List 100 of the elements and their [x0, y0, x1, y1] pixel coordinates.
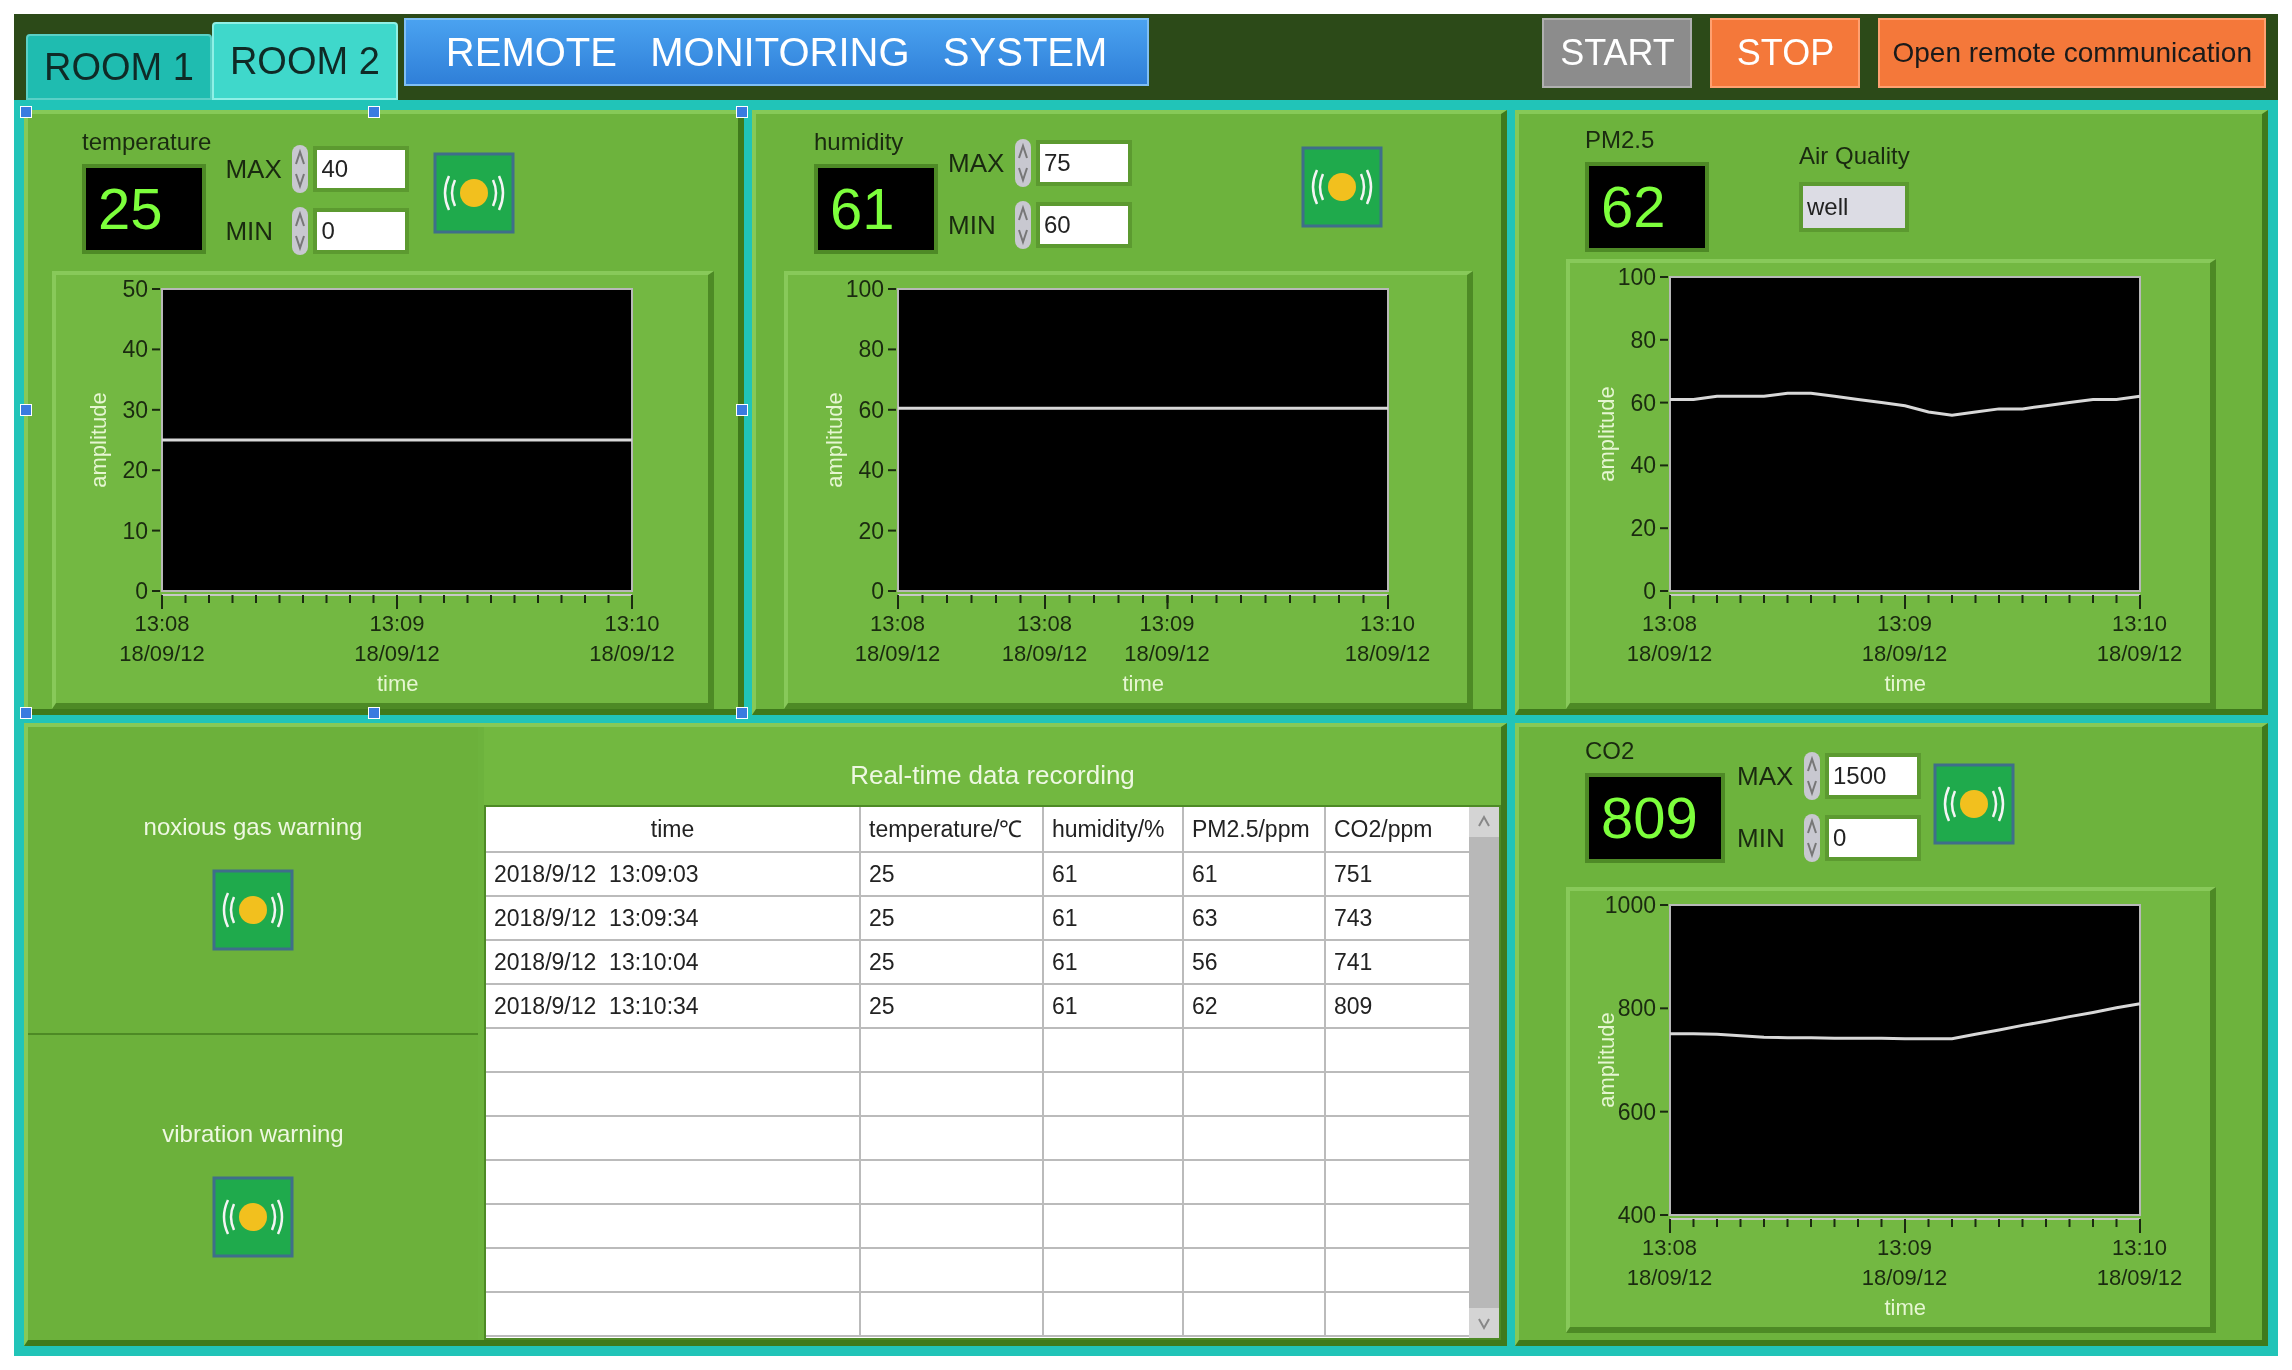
warning-label: noxious gas warning: [143, 811, 363, 842]
x-tick-label: 13:08 18/09/12: [1000, 610, 1089, 668]
selection-handle[interactable]: [20, 106, 32, 118]
axis-title: time: [377, 670, 419, 698]
min-label: MIN: [948, 208, 997, 242]
scrollbar[interactable]: [1469, 807, 1499, 1338]
min-label: MIN: [1737, 821, 1786, 855]
alarm-light-icon: [212, 1176, 294, 1259]
y-tick-label: 50: [122, 276, 148, 302]
table-cell: 25: [861, 941, 1044, 983]
y-tick-label: 100: [1617, 264, 1656, 290]
table-cell: 61: [1044, 941, 1184, 983]
min-field[interactable]: 60: [1036, 202, 1132, 248]
table-cell: 61: [1044, 985, 1184, 1027]
x-tick-label: 13:08 18/09/12: [853, 610, 942, 668]
spin-arrows-icon[interactable]: [1803, 813, 1821, 863]
y-tick-label: 40: [1629, 452, 1656, 479]
warning-label: vibration warning: [162, 1119, 344, 1150]
table-cell: 56: [1184, 941, 1326, 983]
selection-handle[interactable]: [368, 106, 380, 118]
value-display: 62: [1585, 162, 1709, 252]
room-tab[interactable]: ROOM 1: [26, 34, 212, 100]
x-tick-label: 13:08 18/09/12: [118, 610, 206, 668]
table-cell: 61: [1184, 853, 1326, 895]
y-tick-label: 80: [857, 336, 884, 363]
table-cell: 2018/9/12 13:10:04: [486, 941, 861, 983]
y-tick-label: 60: [1629, 389, 1656, 416]
min-field[interactable]: 0: [1825, 815, 1921, 861]
table-cell: 2018/9/12 13:09:34: [486, 897, 861, 939]
table-cell: 61: [1044, 853, 1184, 895]
x-tick-label: 13:10 18/09/12: [1343, 610, 1432, 668]
quality-field: well: [1799, 182, 1909, 232]
selection-handle[interactable]: [368, 707, 380, 719]
y-tick-label: 40: [857, 457, 884, 484]
y-tick-label: 40: [122, 336, 148, 363]
y-tick-label: 60: [857, 396, 884, 423]
alarm-light-icon: [1301, 146, 1383, 228]
max-label: MAX: [948, 146, 1006, 180]
column-header: PM2.5/ppm: [1184, 807, 1326, 851]
y-tick-label: 20: [857, 517, 884, 544]
axis-title: time: [1122, 670, 1165, 698]
max-field[interactable]: 1500: [1825, 753, 1921, 799]
max-field[interactable]: 40: [313, 146, 410, 192]
table-cell-text: 743: [1333, 904, 1374, 933]
x-tick-label: 13:10 18/09/12: [588, 610, 676, 668]
scroll-down-icon[interactable]: [1469, 1308, 1499, 1338]
y-tick-label: 10: [122, 517, 148, 544]
room-tab[interactable]: ROOM 2: [211, 22, 398, 100]
min-field[interactable]: 0: [313, 208, 410, 254]
column-header: humidity/%: [1044, 807, 1184, 851]
min-label: MIN: [225, 214, 275, 248]
table-cell-text: 741: [1333, 948, 1374, 977]
y-tick-label: 80: [1629, 326, 1656, 353]
scroll-up-icon[interactable]: [1469, 807, 1499, 837]
sensor-label: humidity: [814, 127, 905, 157]
y-tick-label: 800: [1617, 995, 1656, 1022]
spin-arrows-icon[interactable]: [291, 206, 310, 256]
axis-title: amplitude: [1593, 1012, 1619, 1108]
value-display: 809: [1585, 773, 1725, 863]
x-tick-label: 13:08 18/09/12: [1625, 610, 1714, 668]
table-title: Real-time data recording: [484, 727, 1501, 805]
max-label: MAX: [1737, 759, 1795, 793]
column-header: CO2/ppm: [1333, 815, 1434, 844]
max-label: MAX: [225, 152, 283, 186]
y-tick-label: 0: [870, 578, 884, 604]
selection-handle[interactable]: [736, 106, 748, 118]
table-cell: 61: [1044, 897, 1184, 939]
spin-arrows-icon[interactable]: [1803, 751, 1821, 801]
y-tick-label: 30: [122, 396, 148, 423]
system-title: REMOTE MONITORING SYSTEM: [403, 18, 1150, 86]
selection-handle[interactable]: [20, 707, 32, 719]
y-tick-label: 400: [1617, 1202, 1656, 1228]
selection-handle[interactable]: [736, 707, 748, 719]
axis-title: amplitude: [821, 392, 847, 488]
y-tick-label: 600: [1617, 1098, 1656, 1125]
quality-label: Air Quality: [1799, 141, 1910, 171]
y-tick-label: 100: [845, 276, 884, 302]
column-header: temperature/℃: [861, 807, 1044, 851]
max-field[interactable]: 75: [1036, 140, 1132, 186]
column-header: time: [486, 807, 861, 851]
y-tick-label: 0: [135, 578, 148, 604]
x-tick-label: 13:09 18/09/12: [1860, 610, 1949, 668]
selection-handle[interactable]: [20, 404, 32, 416]
table-cell: 2018/9/12 13:09:03: [486, 853, 861, 895]
toolbar-button[interactable]: Open remote communication: [1878, 18, 2266, 88]
spin-arrows-icon[interactable]: [291, 144, 310, 194]
x-tick-label: 13:09 18/09/12: [1123, 610, 1211, 668]
selection-handle[interactable]: [736, 404, 748, 416]
axis-title: amplitude: [86, 392, 111, 488]
spin-arrows-icon[interactable]: [1014, 138, 1032, 188]
x-tick-label: 13:09 18/09/12: [1860, 1234, 1949, 1292]
table-cell: 62: [1184, 985, 1326, 1027]
sensor-label: temperature: [82, 127, 212, 157]
table-cell: 25: [861, 853, 1044, 895]
sensor-label: PM2.5: [1585, 125, 1656, 155]
x-tick-label: 13:10 18/09/12: [2095, 1234, 2184, 1292]
value-display: 25: [82, 164, 206, 254]
spin-arrows-icon[interactable]: [1014, 200, 1032, 250]
x-tick-label: 13:10 18/09/12: [2095, 610, 2184, 668]
x-tick-label: 13:08 18/09/12: [1625, 1234, 1714, 1292]
